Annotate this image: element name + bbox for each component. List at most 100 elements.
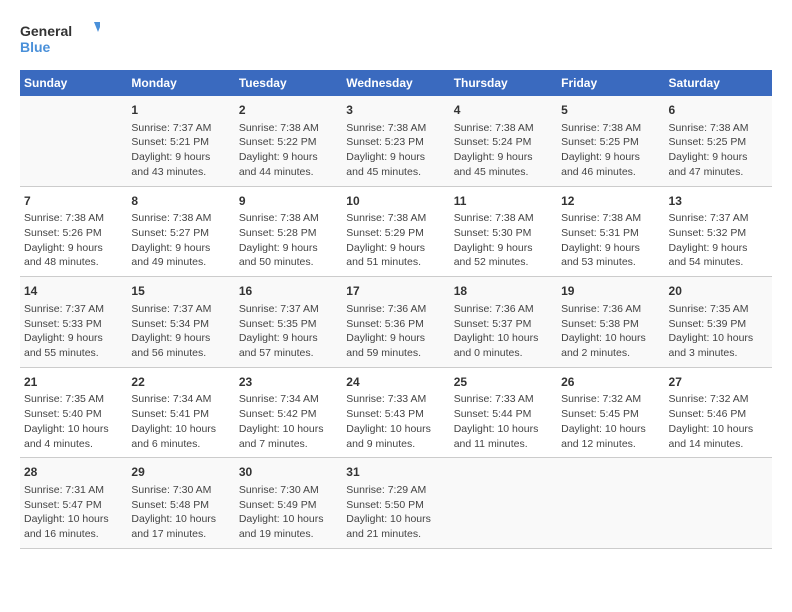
day-content: Sunrise: 7:34 AM Sunset: 5:42 PM Dayligh… — [239, 392, 338, 451]
day-number: 24 — [346, 374, 445, 391]
calendar-week-1: 1Sunrise: 7:37 AM Sunset: 5:21 PM Daylig… — [20, 96, 772, 186]
calendar-cell: 8Sunrise: 7:38 AM Sunset: 5:27 PM Daylig… — [127, 186, 234, 277]
calendar-cell: 9Sunrise: 7:38 AM Sunset: 5:28 PM Daylig… — [235, 186, 342, 277]
day-content: Sunrise: 7:37 AM Sunset: 5:35 PM Dayligh… — [239, 302, 338, 361]
day-content: Sunrise: 7:38 AM Sunset: 5:24 PM Dayligh… — [454, 121, 553, 180]
day-number: 19 — [561, 283, 660, 300]
calendar-cell: 16 Sunrise: 7:37 AM Sunset: 5:35 PM Dayli… — [235, 277, 342, 368]
day-content: Sunrise: 7:36 AM Sunset: 5:37 PM Dayligh… — [454, 302, 553, 361]
calendar-cell: 27Sunrise: 7:32 AM Sunset: 5:46 PM Dayli… — [665, 367, 772, 458]
calendar-cell: 14 Sunrise: 7:37 AM Sunset: 5:33 PM Dayli… — [20, 277, 127, 368]
calendar-table: SundayMondayTuesdayWednesdayThursdayFrid… — [20, 70, 772, 549]
day-number: 25 — [454, 374, 553, 391]
day-number: 13 — [669, 193, 768, 210]
day-number: 28 — [24, 464, 123, 481]
day-content: Sunrise: 7:38 AM Sunset: 5:31 PM Dayligh… — [561, 211, 660, 270]
calendar-cell: 17 Sunrise: 7:36 AM Sunset: 5:36 PM Dayli… — [342, 277, 449, 368]
day-content: Sunrise: 7:32 AM Sunset: 5:46 PM Dayligh… — [669, 392, 768, 451]
calendar-cell: 26Sunrise: 7:32 AM Sunset: 5:45 PM Dayli… — [557, 367, 664, 458]
day-number: 11 — [454, 193, 553, 210]
day-content: Sunrise: 7:38 AM Sunset: 5:29 PM Dayligh… — [346, 211, 445, 270]
calendar-cell: 20Sunrise: 7:35 AM Sunset: 5:39 PM Dayli… — [665, 277, 772, 368]
day-number: 8 — [131, 193, 230, 210]
logo: General Blue — [20, 20, 100, 60]
calendar-cell: 30 Sunrise: 7:30 AM Sunset: 5:49 PM Dayli… — [235, 458, 342, 549]
day-number: 17 — [346, 283, 445, 300]
calendar-cell: 23Sunrise: 7:34 AM Sunset: 5:42 PM Dayli… — [235, 367, 342, 458]
svg-text:General: General — [20, 23, 72, 39]
day-number: 18 — [454, 283, 553, 300]
day-content: Sunrise: 7:38 AM Sunset: 5:25 PM Dayligh… — [561, 121, 660, 180]
calendar-cell: 25Sunrise: 7:33 AM Sunset: 5:44 PM Dayli… — [450, 367, 557, 458]
calendar-cell: 1Sunrise: 7:37 AM Sunset: 5:21 PM Daylig… — [127, 96, 234, 186]
day-content: Sunrise: 7:37 AM Sunset: 5:33 PM Dayligh… — [24, 302, 123, 361]
calendar-cell: 7Sunrise: 7:38 AM Sunset: 5:26 PM Daylig… — [20, 186, 127, 277]
day-content: Sunrise: 7:38 AM Sunset: 5:28 PM Dayligh… — [239, 211, 338, 270]
day-number: 16 — [239, 283, 338, 300]
day-number: 7 — [24, 193, 123, 210]
day-number: 5 — [561, 102, 660, 119]
calendar-cell: 10Sunrise: 7:38 AM Sunset: 5:29 PM Dayli… — [342, 186, 449, 277]
calendar-cell: 12Sunrise: 7:38 AM Sunset: 5:31 PM Dayli… — [557, 186, 664, 277]
header-day-saturday: Saturday — [665, 70, 772, 96]
header-day-tuesday: Tuesday — [235, 70, 342, 96]
calendar-cell: 11Sunrise: 7:38 AM Sunset: 5:30 PM Dayli… — [450, 186, 557, 277]
calendar-cell: 22Sunrise: 7:34 AM Sunset: 5:41 PM Dayli… — [127, 367, 234, 458]
calendar-cell: 19 Sunrise: 7:36 AM Sunset: 5:38 PM Dayli… — [557, 277, 664, 368]
day-number: 9 — [239, 193, 338, 210]
day-number: 29 — [131, 464, 230, 481]
header-day-friday: Friday — [557, 70, 664, 96]
day-content: Sunrise: 7:33 AM Sunset: 5:43 PM Dayligh… — [346, 392, 445, 451]
day-number: 12 — [561, 193, 660, 210]
calendar-cell: 6 Sunrise: 7:38 AM Sunset: 5:25 PM Daylig… — [665, 96, 772, 186]
page-header: General Blue — [20, 20, 772, 60]
day-content: Sunrise: 7:38 AM Sunset: 5:30 PM Dayligh… — [454, 211, 553, 270]
day-number: 27 — [669, 374, 768, 391]
day-number: 31 — [346, 464, 445, 481]
day-content: Sunrise: 7:37 AM Sunset: 5:32 PM Dayligh… — [669, 211, 768, 270]
calendar-cell — [665, 458, 772, 549]
calendar-cell: 28 Sunrise: 7:31 AM Sunset: 5:47 PM Dayli… — [20, 458, 127, 549]
calendar-week-2: 7Sunrise: 7:38 AM Sunset: 5:26 PM Daylig… — [20, 186, 772, 277]
day-number: 3 — [346, 102, 445, 119]
calendar-cell: 29 Sunrise: 7:30 AM Sunset: 5:48 PM Dayli… — [127, 458, 234, 549]
svg-text:Blue: Blue — [20, 39, 51, 55]
day-number: 26 — [561, 374, 660, 391]
day-content: Sunrise: 7:30 AM Sunset: 5:48 PM Dayligh… — [131, 483, 230, 542]
calendar-cell: 15 Sunrise: 7:37 AM Sunset: 5:34 PM Dayli… — [127, 277, 234, 368]
day-content: Sunrise: 7:38 AM Sunset: 5:25 PM Dayligh… — [669, 121, 768, 180]
day-number: 2 — [239, 102, 338, 119]
day-number: 23 — [239, 374, 338, 391]
day-content: Sunrise: 7:37 AM Sunset: 5:34 PM Dayligh… — [131, 302, 230, 361]
calendar-cell — [557, 458, 664, 549]
day-content: Sunrise: 7:30 AM Sunset: 5:49 PM Dayligh… — [239, 483, 338, 542]
calendar-cell: 5 Sunrise: 7:38 AM Sunset: 5:25 PM Daylig… — [557, 96, 664, 186]
calendar-cell: 13Sunrise: 7:37 AM Sunset: 5:32 PM Dayli… — [665, 186, 772, 277]
header-day-sunday: Sunday — [20, 70, 127, 96]
day-number: 30 — [239, 464, 338, 481]
calendar-cell: 21Sunrise: 7:35 AM Sunset: 5:40 PM Dayli… — [20, 367, 127, 458]
day-content: Sunrise: 7:31 AM Sunset: 5:47 PM Dayligh… — [24, 483, 123, 542]
day-number: 14 — [24, 283, 123, 300]
day-content: Sunrise: 7:36 AM Sunset: 5:36 PM Dayligh… — [346, 302, 445, 361]
header-day-monday: Monday — [127, 70, 234, 96]
day-number: 20 — [669, 283, 768, 300]
day-number: 1 — [131, 102, 230, 119]
day-content: Sunrise: 7:38 AM Sunset: 5:27 PM Dayligh… — [131, 211, 230, 270]
header-day-thursday: Thursday — [450, 70, 557, 96]
day-number: 10 — [346, 193, 445, 210]
calendar-cell: 2Sunrise: 7:38 AM Sunset: 5:22 PM Daylig… — [235, 96, 342, 186]
day-number: 21 — [24, 374, 123, 391]
day-number: 6 — [669, 102, 768, 119]
day-content: Sunrise: 7:36 AM Sunset: 5:38 PM Dayligh… — [561, 302, 660, 361]
calendar-week-4: 21Sunrise: 7:35 AM Sunset: 5:40 PM Dayli… — [20, 367, 772, 458]
calendar-cell: 3 Sunrise: 7:38 AM Sunset: 5:23 PM Daylig… — [342, 96, 449, 186]
day-content: Sunrise: 7:34 AM Sunset: 5:41 PM Dayligh… — [131, 392, 230, 451]
day-content: Sunrise: 7:38 AM Sunset: 5:23 PM Dayligh… — [346, 121, 445, 180]
calendar-header-row: SundayMondayTuesdayWednesdayThursdayFrid… — [20, 70, 772, 96]
day-number: 15 — [131, 283, 230, 300]
day-number: 4 — [454, 102, 553, 119]
logo-icon: General Blue — [20, 20, 100, 60]
header-day-wednesday: Wednesday — [342, 70, 449, 96]
calendar-cell — [450, 458, 557, 549]
